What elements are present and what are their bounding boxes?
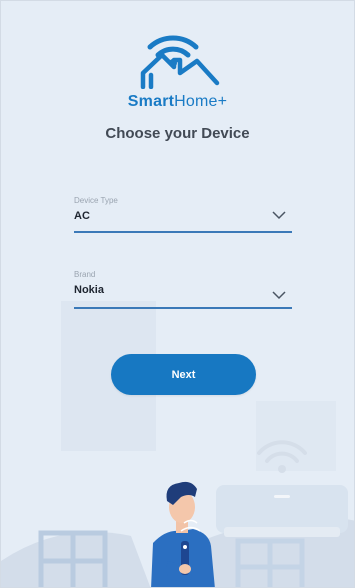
chevron-down-icon[interactable] xyxy=(272,210,286,220)
brand-value: Nokia xyxy=(74,284,104,296)
brand-underline xyxy=(74,307,292,309)
device-type-value: AC xyxy=(74,210,90,222)
device-selection-screen: SmartHome+ Choose your Device Device Typ… xyxy=(0,0,355,588)
brand-name-light: Home+ xyxy=(174,93,228,110)
air-conditioner-icon xyxy=(216,485,348,537)
smart-home-logo-icon xyxy=(140,35,220,89)
device-type-select[interactable]: Device Type AC xyxy=(74,196,292,234)
page-title: Choose your Device xyxy=(105,125,250,142)
device-type-label: Device Type xyxy=(74,196,118,205)
chevron-down-icon[interactable] xyxy=(272,290,286,300)
next-button[interactable]: Next xyxy=(111,354,256,395)
brand-select[interactable]: Brand Nokia xyxy=(74,270,292,310)
brand-name-bold: Smart xyxy=(127,93,175,110)
brand-name: SmartHome+ xyxy=(1,93,354,111)
person-illustration xyxy=(151,481,215,587)
device-type-underline xyxy=(74,231,292,233)
brand-label: Brand xyxy=(74,270,96,279)
